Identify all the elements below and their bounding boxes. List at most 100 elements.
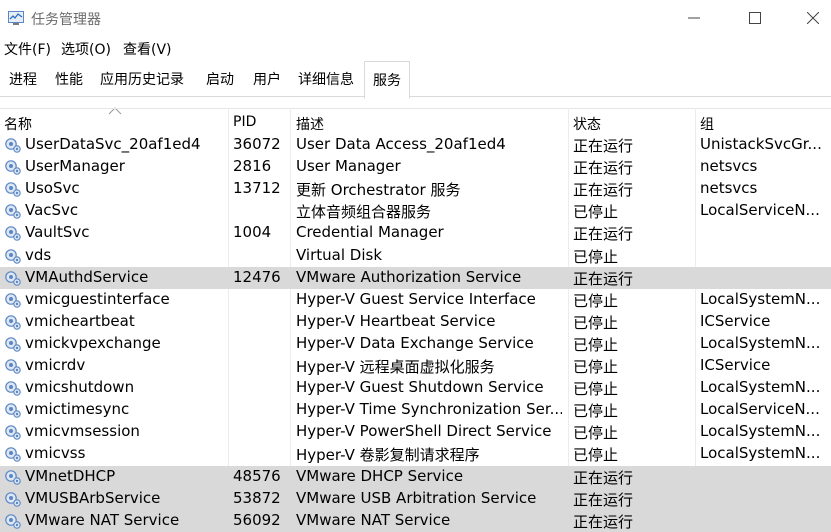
table-row[interactable]: VaultSvc 1004 Credential Manager 正在运行 (0, 222, 831, 244)
service-gear-icon (5, 403, 21, 418)
service-name: vmictimesync (25, 400, 130, 419)
service-group: LocalSystemN... (700, 422, 821, 441)
service-group: ICService (700, 356, 771, 374)
service-description: Hyper-V Time Synchronization Ser... (296, 400, 562, 419)
service-gear-icon (5, 182, 21, 197)
service-group: LocalSystemN... (700, 289, 821, 308)
menu-view[interactable]: 查看(V) (123, 39, 172, 59)
table-row[interactable]: UserManager 2816 User Manager 正在运行 netsvcs (0, 156, 831, 178)
service-status: 已停止 (573, 358, 619, 376)
window-title: 任务管理器 (31, 12, 101, 28)
menu-bar: 文件(F) 选项(O) 查看(V) (0, 37, 831, 59)
service-gear-icon (5, 248, 21, 264)
service-name: vmicvss (25, 444, 86, 463)
service-gear-icon (5, 204, 21, 220)
service-description: Virtual Disk (296, 245, 383, 264)
service-description: Hyper-V Guest Shutdown Service (296, 378, 544, 397)
menu-file[interactable]: 文件(F) (4, 39, 51, 59)
service-gear-icon (5, 292, 21, 308)
service-description: Hyper-V Guest Service Interface (296, 289, 536, 308)
service-description: Hyper-V Data Exchange Service (296, 333, 534, 352)
service-status: 已停止 (573, 291, 619, 310)
maximize-button[interactable] (727, 0, 783, 36)
service-gear-icon (5, 425, 21, 441)
service-gear-icon (5, 337, 21, 352)
service-description: 更新 Orchestrator 服务 (296, 181, 461, 200)
service-pid: 36072 (233, 135, 281, 153)
service-status: 正在运行 (573, 225, 634, 244)
service-name: VMAuthdService (25, 267, 149, 286)
minimize-button[interactable] (666, 0, 722, 36)
column-header-name[interactable]: 名称 (4, 114, 32, 134)
table-row[interactable]: vmicguestinterface Hyper-V Guest Service … (0, 289, 831, 311)
service-status: 已停止 (573, 335, 619, 354)
service-status: 已停止 (573, 402, 619, 421)
service-description: Hyper-V 卷影复制请求程序 (296, 446, 480, 465)
tab-details[interactable]: 详细信息 (298, 69, 354, 89)
table-row[interactable]: VacSvc 立体音频组合器服务 已停止 LocalServiceN... (0, 200, 831, 222)
service-name: vmicguestinterface (25, 289, 170, 308)
table-row[interactable]: vmicvss Hyper-V 卷影复制请求程序 已停止 LocalSystemN..… (0, 443, 831, 465)
table-row[interactable]: vmictimesync Hyper-V Time Synchronization… (0, 399, 831, 421)
service-status: 正在运行 (573, 137, 634, 155)
table-row[interactable]: vmicvmsession Hyper-V PowerShell Direct S… (0, 421, 831, 443)
column-header-group[interactable]: 组 (700, 114, 714, 134)
tab-bar: 进程 性能 应用历史记录 启动 用户 详细信息 服务 (0, 61, 831, 99)
service-gear-icon (5, 138, 21, 153)
service-group: LocalSystemN... (700, 333, 821, 352)
service-description: Hyper-V PowerShell Direct Service (296, 422, 552, 441)
table-row[interactable]: vmicrdv Hyper-V 远程桌面虚拟化服务 已停止 ICService (0, 355, 831, 377)
service-status: 正在运行 (573, 181, 634, 200)
service-gear-icon (5, 491, 21, 507)
table-row[interactable]: UsoSvc 13712 更新 Orchestrator 服务 正在运行 netsvcs (0, 178, 831, 200)
table-row[interactable]: vmicheartbeat Hyper-V Heartbeat Service 已停… (0, 311, 831, 333)
service-description: Credential Manager (296, 223, 444, 242)
table-row[interactable]: vds Virtual Disk 已停止 (0, 245, 831, 267)
service-gear-icon (5, 359, 21, 374)
table-row[interactable]: VMUSBArbService 53872 VMware USB Arbitrati… (0, 487, 831, 510)
close-button[interactable] (785, 0, 831, 36)
tab-users[interactable]: 用户 (253, 69, 281, 89)
service-status: 正在运行 (573, 269, 634, 288)
service-description: VMware DHCP Service (296, 466, 464, 485)
tab-services[interactable]: 服务 (364, 61, 410, 99)
service-name: UsoSvc (25, 179, 80, 198)
service-pid: 13712 (233, 179, 281, 198)
service-group: ICService (700, 311, 771, 330)
service-group: LocalSystemN... (700, 378, 821, 397)
column-header-description[interactable]: 描述 (296, 114, 324, 134)
tab-performance[interactable]: 性能 (55, 69, 83, 89)
service-name: VMware NAT Service (25, 510, 180, 529)
minimize-icon (688, 17, 700, 19)
service-gear-icon (5, 381, 21, 396)
service-pid: 53872 (233, 488, 281, 507)
service-gear-icon (5, 314, 21, 330)
tab-app-history[interactable]: 应用历史记录 (100, 69, 184, 89)
tab-processes[interactable]: 进程 (9, 69, 37, 89)
column-header-status[interactable]: 状态 (573, 114, 601, 134)
table-row[interactable]: vmickvpexchange Hyper-V Data Exchange Ser… (0, 333, 831, 355)
service-gear-icon (5, 469, 21, 485)
service-description: Hyper-V Heartbeat Service (296, 311, 496, 330)
tab-startup[interactable]: 启动 (206, 69, 234, 89)
service-pid: 2816 (233, 157, 272, 176)
service-gear-icon (5, 447, 21, 463)
column-header-pid[interactable]: PID (233, 114, 256, 130)
service-name: VaultSvc (25, 223, 90, 242)
task-manager-icon (8, 11, 24, 25)
table-row[interactable]: vmicshutdown Hyper-V Guest Shutdown Servi… (0, 377, 831, 399)
table-row[interactable]: UserDataSvc_20af1ed4 36072 User Data Acces… (0, 134, 831, 156)
service-gear-icon (5, 160, 21, 175)
table-row[interactable]: VMnetDHCP 48576 VMware DHCP Service 正在运行 (0, 465, 831, 488)
service-group: netsvcs (700, 179, 758, 198)
service-status: 正在运行 (573, 512, 634, 531)
table-row[interactable]: VMware NAT Service 56092 VMware NAT Servic… (0, 509, 831, 532)
service-gear-icon (5, 270, 21, 286)
service-status: 正在运行 (573, 468, 634, 487)
table-row[interactable]: VMAuthdService 12476 VMware Authorization … (0, 266, 831, 289)
service-status: 已停止 (573, 247, 619, 266)
service-name: vds (25, 245, 52, 264)
service-name: vmicrdv (25, 356, 86, 374)
service-name: vmicvmsession (25, 422, 140, 441)
menu-options[interactable]: 选项(O) (61, 39, 111, 59)
